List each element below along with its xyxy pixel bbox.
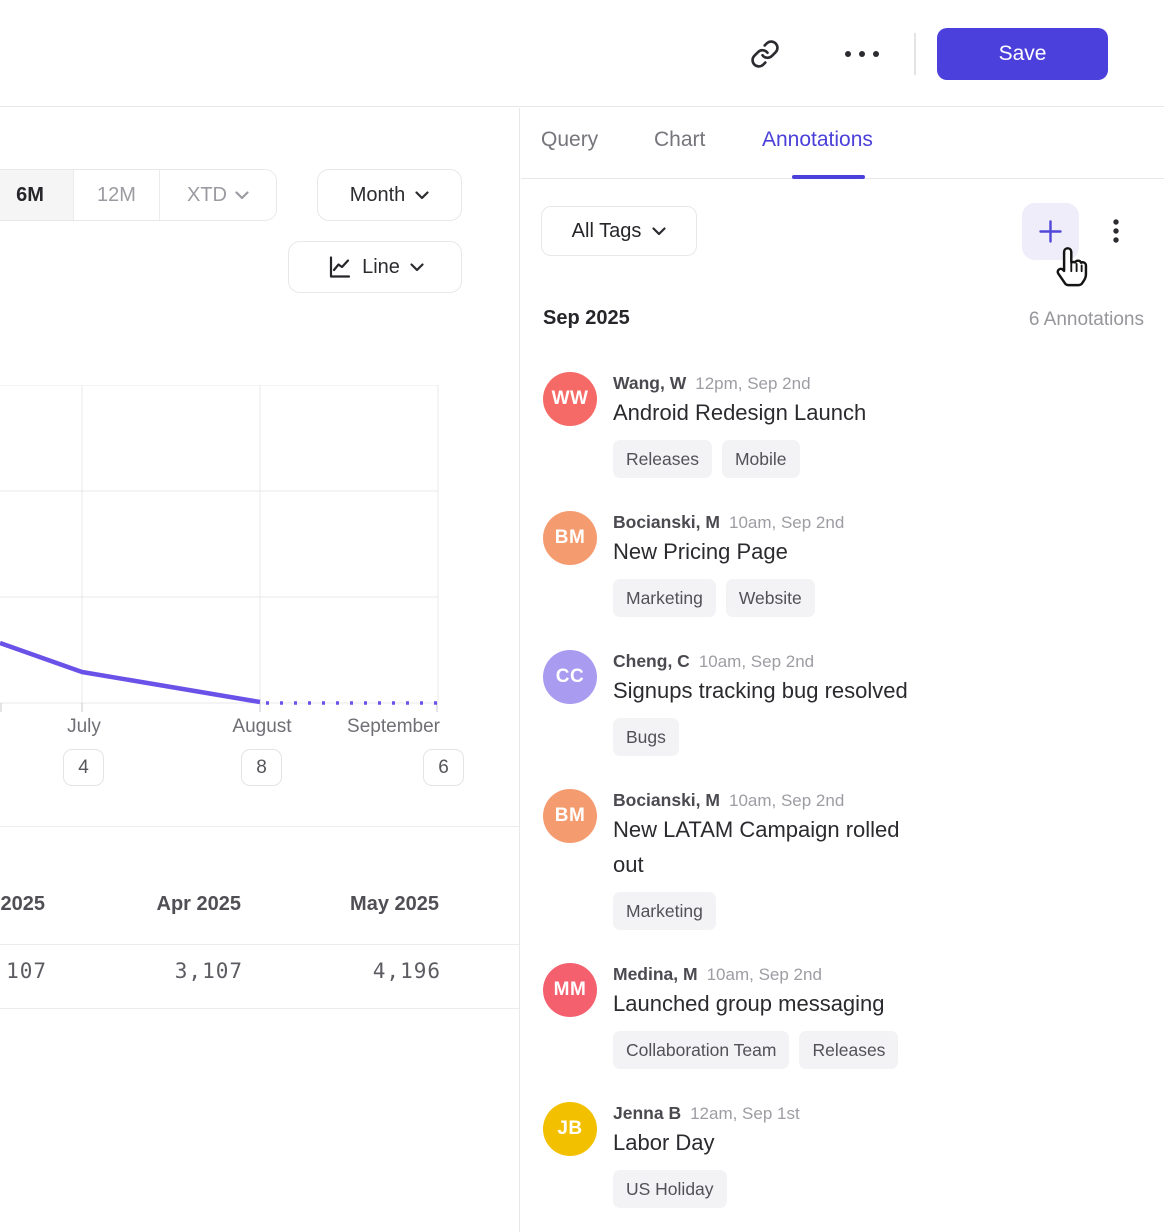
annotation-timestamp: 10am, Sep 2nd <box>699 652 814 672</box>
table-row-border <box>0 1008 520 1009</box>
kebab-icon <box>1112 218 1120 246</box>
annotation-tag[interactable]: US Holiday <box>613 1170 727 1208</box>
avatar: BM <box>543 511 597 565</box>
annotation-title: New LATAM Campaign rolled out <box>613 812 913 882</box>
annotation-author: Medina, M <box>613 964 698 985</box>
annotation-title: Labor Day <box>613 1125 800 1160</box>
annotation-tag[interactable]: Website <box>726 579 815 617</box>
line-chart-plot[interactable] <box>0 385 440 720</box>
table-value-cropped: 107 <box>0 959 47 983</box>
chart-preview-panel: 6M 12M XTD Month Line July August Septem… <box>0 108 520 1232</box>
add-annotation-button[interactable] <box>1022 203 1079 260</box>
range-12m-button[interactable]: 12M <box>74 170 160 220</box>
annotation-title: Launched group messaging <box>613 986 898 1021</box>
annotation-item[interactable]: JB Jenna B 12am, Sep 1st Labor Day US Ho… <box>543 1102 1143 1208</box>
plus-icon <box>1038 219 1063 244</box>
x-axis-label-august: August <box>212 716 312 738</box>
active-tab-underline <box>792 175 865 179</box>
avatar: MM <box>543 963 597 1017</box>
table-header-apr-2025: Apr 2025 <box>43 893 241 916</box>
annotation-author: Jenna B <box>613 1103 681 1124</box>
more-options-button[interactable] <box>842 40 882 68</box>
annotation-count-badge-september[interactable]: 6 <box>423 749 464 786</box>
tab-chart[interactable]: Chart <box>654 128 705 152</box>
annotation-tag[interactable]: Bugs <box>613 718 679 756</box>
chart-table-divider <box>0 826 520 827</box>
annotations-count: 6 Annotations <box>1029 309 1144 331</box>
table-value-may-2025: 4,196 <box>243 959 441 983</box>
annotation-author: Wang, W <box>613 373 686 394</box>
chevron-down-icon <box>410 263 424 272</box>
annotation-tag[interactable]: Releases <box>799 1031 898 1069</box>
chart-type-dropdown[interactable]: Line <box>288 241 462 293</box>
annotation-timestamp: 10am, Sep 2nd <box>729 791 844 811</box>
annotations-section-header: Sep 2025 6 Annotations <box>521 307 1164 337</box>
tab-query[interactable]: Query <box>541 128 598 152</box>
table-header-cropped: 2025 <box>0 893 45 916</box>
date-range-segmented-control: 6M 12M XTD <box>0 169 277 221</box>
ellipsis-icon <box>843 49 881 59</box>
annotation-item[interactable]: MM Medina, M 10am, Sep 2nd Launched grou… <box>543 963 1143 1069</box>
annotation-timestamp: 12pm, Sep 2nd <box>695 374 810 394</box>
annotation-item[interactable]: WW Wang, W 12pm, Sep 2nd Android Redesig… <box>543 372 1143 478</box>
top-bar: Save <box>0 0 1164 107</box>
x-axis-label-july: July <box>34 716 134 738</box>
annotation-tag[interactable]: Marketing <box>613 579 716 617</box>
annotation-item[interactable]: BM Bocianski, M 10am, Sep 2nd New Pricin… <box>543 511 1143 617</box>
annotation-title: Android Redesign Launch <box>613 395 866 430</box>
annotations-list: WW Wang, W 12pm, Sep 2nd Android Redesig… <box>543 372 1143 1232</box>
annotation-tag[interactable]: Collaboration Team <box>613 1031 789 1069</box>
table-header-border <box>0 944 520 945</box>
tab-annotations[interactable]: Annotations <box>762 128 873 152</box>
save-button[interactable]: Save <box>937 28 1108 80</box>
analytics-report-page: Save 6M 12M XTD Month Line July August <box>0 0 1164 1232</box>
range-xtd-dropdown[interactable]: XTD <box>160 170 276 220</box>
annotation-author: Bocianski, M <box>613 512 720 533</box>
annotation-author: Bocianski, M <box>613 790 720 811</box>
panel-tab-bar: Query Chart Annotations <box>521 108 1164 179</box>
link-icon <box>750 39 780 69</box>
avatar: WW <box>543 372 597 426</box>
table-header-may-2025: May 2025 <box>241 893 439 916</box>
annotation-count-badge-july[interactable]: 4 <box>63 749 104 786</box>
annotation-title: Signups tracking bug resolved <box>613 673 908 708</box>
tags-filter-dropdown[interactable]: All Tags <box>541 206 697 256</box>
annotation-tag[interactable]: Releases <box>613 440 712 478</box>
toolbar-divider <box>914 33 916 75</box>
copy-link-button[interactable] <box>747 36 783 72</box>
annotation-tag[interactable]: Marketing <box>613 892 716 930</box>
avatar: BM <box>543 789 597 843</box>
avatar: JB <box>543 1102 597 1156</box>
annotation-timestamp: 10am, Sep 2nd <box>729 513 844 533</box>
annotation-timestamp: 10am, Sep 2nd <box>707 965 822 985</box>
granularity-dropdown[interactable]: Month <box>317 169 462 221</box>
annotation-title: New Pricing Page <box>613 534 844 569</box>
range-6m-button[interactable]: 6M <box>0 170 74 220</box>
line-chart-icon <box>326 254 352 280</box>
annotations-menu-button[interactable] <box>1101 212 1131 252</box>
annotations-panel: Query Chart Annotations All Tags Sep 202… <box>521 108 1164 1232</box>
annotation-count-badge-august[interactable]: 8 <box>241 749 282 786</box>
avatar: CC <box>543 650 597 704</box>
annotation-item[interactable]: BM Bocianski, M 10am, Sep 2nd New LATAM … <box>543 789 1143 930</box>
annotation-timestamp: 12am, Sep 1st <box>690 1104 800 1124</box>
annotation-author: Cheng, C <box>613 651 690 672</box>
annotation-tag[interactable]: Mobile <box>722 440 800 478</box>
chevron-down-icon <box>235 191 249 200</box>
x-axis-label-september: September <box>330 716 440 738</box>
table-value-apr-2025: 3,107 <box>45 959 243 983</box>
chevron-down-icon <box>652 227 666 236</box>
annotation-item[interactable]: CC Cheng, C 10am, Sep 2nd Signups tracki… <box>543 650 1143 756</box>
chevron-down-icon <box>415 191 429 200</box>
month-heading: Sep 2025 <box>543 307 630 330</box>
